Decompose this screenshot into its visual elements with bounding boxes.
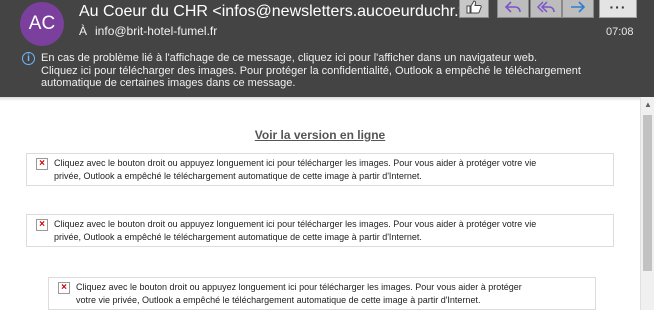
blocked-image-text: Cliquez avec le bouton droit ou appuyez … xyxy=(76,282,522,305)
message-header: AC Au Coeur du CHR <infos@newsletters.au… xyxy=(0,0,654,97)
blocked-image-text: Cliquez avec le bouton droit ou appuyez … xyxy=(54,158,537,181)
info-bar[interactable]: En cas de problème lié à l'affichage de … xyxy=(41,52,581,90)
reply-button[interactable] xyxy=(497,0,529,18)
blocked-image-placeholder[interactable]: × Cliquez avec le bouton droit ou appuye… xyxy=(26,214,614,247)
received-time: 07:08 xyxy=(606,26,634,38)
more-actions-button[interactable]: ··· xyxy=(599,0,637,18)
body-top-shadow xyxy=(0,97,640,101)
forward-icon xyxy=(571,1,586,13)
vertical-scrollbar[interactable]: ▲ xyxy=(640,97,654,310)
info-line-download-images[interactable]: Cliquez ici pour télécharger des images.… xyxy=(41,65,581,78)
blocked-image-placeholder[interactable]: × Cliquez avec le bouton droit ou appuye… xyxy=(26,153,614,186)
broken-image-icon: × xyxy=(36,219,48,231)
blocked-image-placeholder[interactable]: × Cliquez avec le bouton droit ou appuye… xyxy=(48,277,596,310)
to-label: À xyxy=(79,24,88,38)
sender-avatar[interactable]: AC xyxy=(20,2,64,46)
online-version-link[interactable]: Voir la version en ligne xyxy=(0,128,640,142)
blocked-image-text: Cliquez avec le bouton droit ou appuyez … xyxy=(54,219,537,242)
like-button[interactable] xyxy=(459,0,489,18)
sender-name[interactable]: Au Coeur du CHR <infos@newsletters.aucoe… xyxy=(79,3,468,21)
recipient-address[interactable]: info@brit-hotel-fumel.fr xyxy=(95,24,217,38)
info-line-download-images-cont[interactable]: automatique de certaines images dans ce … xyxy=(41,77,581,90)
scroll-up-arrow-icon[interactable]: ▲ xyxy=(642,99,654,111)
reply-all-icon xyxy=(537,1,555,13)
more-icon: ··· xyxy=(609,0,627,15)
recipient-row: Àinfo@brit-hotel-fumel.fr xyxy=(79,24,217,38)
info-line-browser[interactable]: En cas de problème lié à l'affichage de … xyxy=(41,52,581,65)
thumbs-up-icon xyxy=(466,0,482,14)
broken-image-icon: × xyxy=(36,158,48,170)
info-icon: i xyxy=(22,52,35,65)
reply-all-button[interactable] xyxy=(530,0,562,18)
forward-button[interactable] xyxy=(562,0,594,18)
reply-icon xyxy=(504,1,521,13)
broken-image-icon: × xyxy=(58,282,70,294)
message-body: Voir la version en ligne × Cliquez avec … xyxy=(0,97,654,310)
scroll-thumb[interactable] xyxy=(643,115,652,271)
